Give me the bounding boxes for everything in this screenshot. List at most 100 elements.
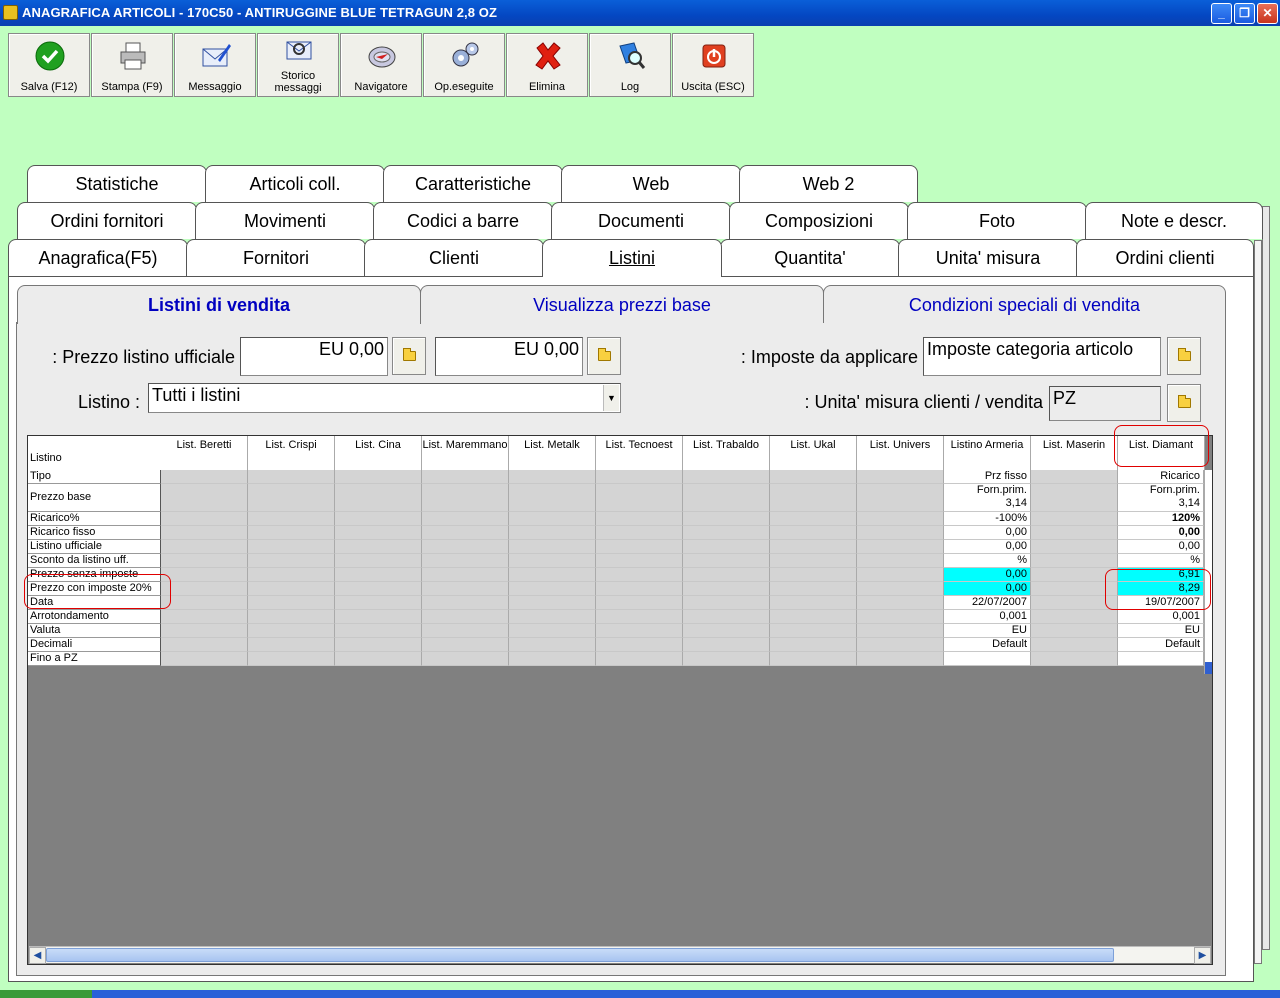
imposte-lookup-button[interactable] — [1167, 337, 1201, 375]
grid-cell[interactable] — [161, 526, 248, 540]
prezzo-listino-field-2[interactable]: EU 0,00 — [435, 337, 583, 376]
grid-cell[interactable] — [683, 526, 770, 540]
tab-movimenti[interactable]: Movimenti — [195, 202, 375, 239]
scroll-left-icon[interactable]: ◀ — [29, 947, 46, 964]
grid-cell[interactable] — [248, 568, 335, 582]
minimize-button[interactable]: _ — [1211, 3, 1232, 24]
grid-cell[interactable]: 120% — [1118, 512, 1204, 526]
grid-cell[interactable] — [335, 610, 422, 624]
grid-cell[interactable] — [683, 540, 770, 554]
tab-note-e-descr[interactable]: Note e descr. — [1085, 202, 1263, 239]
grid-cell[interactable] — [1031, 652, 1118, 666]
grid-cell[interactable] — [335, 554, 422, 568]
grid-cell[interactable] — [161, 470, 248, 484]
grid-cell[interactable] — [509, 568, 596, 582]
grid-cell[interactable] — [161, 652, 248, 666]
grid-cell[interactable] — [248, 652, 335, 666]
navigator-button[interactable]: Navigatore — [340, 33, 422, 97]
grid-cell[interactable] — [422, 582, 509, 596]
grid-cell[interactable] — [509, 596, 596, 610]
grid-cell[interactable] — [248, 484, 335, 512]
grid-cell[interactable] — [509, 554, 596, 568]
grid-cell[interactable] — [509, 624, 596, 638]
grid-cell[interactable] — [683, 484, 770, 512]
grid-cell[interactable] — [683, 624, 770, 638]
grid-cell[interactable] — [161, 596, 248, 610]
grid-cell[interactable] — [335, 470, 422, 484]
start-button[interactable] — [0, 990, 92, 998]
grid-cell[interactable] — [509, 512, 596, 526]
prezzo-listino-field-1[interactable]: EU 0,00 — [240, 337, 388, 376]
grid-cell[interactable] — [422, 610, 509, 624]
grid-cell[interactable] — [335, 512, 422, 526]
column-header[interactable]: List. Metalk — [509, 436, 596, 471]
grid-cell[interactable] — [683, 470, 770, 484]
grid-cell[interactable] — [1031, 554, 1118, 568]
close-button[interactable]: ✕ — [1257, 3, 1278, 24]
grid-cell[interactable] — [770, 624, 857, 638]
grid-cell[interactable]: 0,00 — [944, 568, 1031, 582]
grid-cell[interactable] — [335, 624, 422, 638]
grid-cell[interactable] — [1031, 484, 1118, 512]
grid-cell[interactable] — [422, 554, 509, 568]
operations-button[interactable]: Op.eseguite — [423, 33, 505, 97]
grid-cell[interactable] — [683, 652, 770, 666]
grid-cell[interactable] — [248, 610, 335, 624]
grid-cell[interactable] — [161, 638, 248, 652]
grid-cell[interactable] — [596, 554, 683, 568]
subtab-listini-di-vendita[interactable]: Listini di vendita — [17, 285, 421, 324]
grid-cell[interactable] — [596, 484, 683, 512]
grid-cell[interactable]: 0,001 — [1118, 610, 1204, 624]
grid-cell[interactable]: Forn.prim. 3,14 — [944, 484, 1031, 512]
grid-cell[interactable] — [596, 512, 683, 526]
grid-cell[interactable] — [422, 596, 509, 610]
grid-cell[interactable] — [857, 540, 944, 554]
grid-cell[interactable] — [596, 568, 683, 582]
grid-cell[interactable] — [509, 638, 596, 652]
grid-cell[interactable] — [422, 652, 509, 666]
grid-cell[interactable] — [161, 582, 248, 596]
grid-cell[interactable] — [248, 638, 335, 652]
grid-cell[interactable] — [857, 610, 944, 624]
print-button[interactable]: Stampa (F9) — [91, 33, 173, 97]
grid-cell[interactable] — [683, 512, 770, 526]
column-header[interactable]: List. Univers — [857, 436, 944, 471]
grid-cell[interactable]: Prz fisso — [944, 470, 1031, 484]
grid-cell[interactable] — [770, 638, 857, 652]
grid-cell[interactable] — [335, 484, 422, 512]
grid-cell[interactable] — [857, 582, 944, 596]
grid-cell[interactable] — [335, 596, 422, 610]
grid-cell[interactable] — [248, 540, 335, 554]
grid-cell[interactable] — [770, 582, 857, 596]
grid-cell[interactable] — [422, 484, 509, 512]
column-header[interactable]: Listino Armeria — [944, 436, 1031, 471]
grid-cell[interactable] — [422, 568, 509, 582]
tab-codici-a-barre[interactable]: Codici a barre — [373, 202, 553, 239]
grid-cell[interactable] — [770, 610, 857, 624]
grid-cell[interactable] — [857, 568, 944, 582]
grid-cell[interactable] — [770, 540, 857, 554]
horizontal-scrollbar[interactable]: ◀ ▶ — [29, 946, 1211, 964]
grid-cell[interactable] — [161, 512, 248, 526]
restore-button[interactable]: ❐ — [1234, 3, 1255, 24]
grid-cell[interactable] — [248, 512, 335, 526]
tab-composizioni[interactable]: Composizioni — [729, 202, 909, 239]
grid-cell[interactable]: Ricarico — [1118, 470, 1204, 484]
grid-cell[interactable]: 22/07/2007 — [944, 596, 1031, 610]
grid-cell[interactable] — [857, 554, 944, 568]
grid-cell[interactable]: 0,00 — [944, 582, 1031, 596]
grid-cell[interactable] — [335, 568, 422, 582]
grid-cell[interactable] — [335, 582, 422, 596]
grid-cell[interactable] — [770, 512, 857, 526]
grid-cell[interactable] — [683, 582, 770, 596]
grid-cell[interactable] — [596, 652, 683, 666]
tab-fornitori[interactable]: Fornitori — [186, 239, 366, 276]
column-header[interactable]: List. Maremmano — [422, 436, 509, 471]
grid-cell[interactable] — [596, 596, 683, 610]
scroll-thumb[interactable] — [46, 948, 1114, 962]
grid-cell[interactable]: Default — [1118, 638, 1204, 652]
grid-cell[interactable] — [596, 624, 683, 638]
grid-cell[interactable] — [335, 638, 422, 652]
log-button[interactable]: Log — [589, 33, 671, 97]
grid-cell[interactable] — [683, 610, 770, 624]
